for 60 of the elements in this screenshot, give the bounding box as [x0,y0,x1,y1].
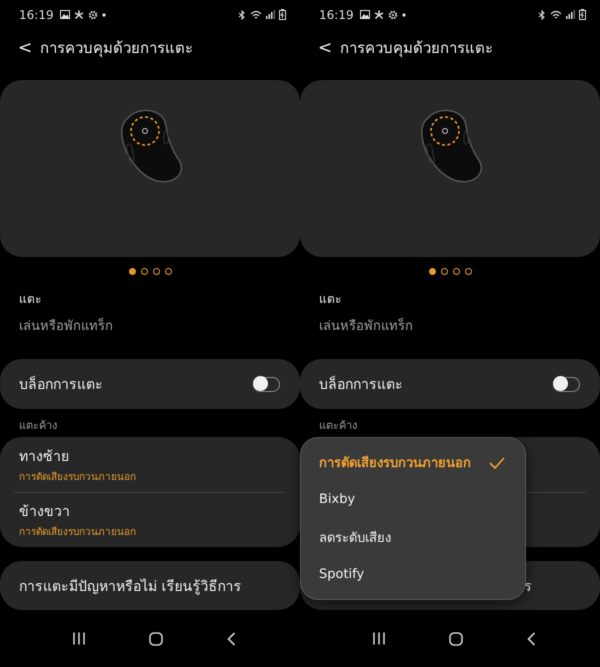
list-item[interactable]: ทางซ้าย การตัดเสียงรบกวนภายนอก [0,437,300,492]
signal-icon [266,10,275,20]
page-dot[interactable] [152,268,160,276]
item-title: ข้างขวา [19,503,70,522]
settings-icon [388,10,398,20]
page-dot[interactable] [452,268,460,276]
image-icon [60,10,70,20]
toggle-switch[interactable] [553,376,580,392]
page-dot[interactable] [164,268,172,276]
tap-action: เล่นหรือพักแทร็ก [19,316,113,336]
back-icon[interactable] [227,632,236,646]
page-dot[interactable] [428,268,436,276]
item-title: ทางซ้าย [19,448,69,468]
item-value: การตัดเสียงรบกวนภายนอก [19,526,136,540]
page-title: การควบคุมด้วยการแตะ [340,38,493,60]
check-icon [489,456,505,469]
wifi-icon [550,10,562,20]
image-icon [360,10,370,20]
page-dot[interactable] [464,268,472,276]
item-value: การตัดเสียงรบกวนภายนอก [19,470,136,484]
home-icon[interactable] [149,632,164,646]
section-label: แตะค้าง [318,418,358,434]
help-card[interactable]: การแตะมีปัญหาหรือไม่ เรียนรู้วิธีการ [0,561,300,610]
home-icon[interactable] [449,632,464,646]
back-icon[interactable] [527,632,536,646]
recent-apps-icon[interactable] [372,632,386,646]
battery-icon [279,9,286,20]
back-button[interactable]: < [0,38,40,58]
battery-icon [579,9,586,20]
page-dot[interactable] [128,268,136,276]
recent-apps-icon[interactable] [72,632,86,646]
page-title: การควบคุมด้วยการแตะ [40,38,193,60]
tap-action: เล่นหรือพักแทร็ก [319,316,413,336]
menu-item[interactable]: Bixby [301,481,525,518]
toggle-switch[interactable] [253,376,280,392]
list-item[interactable]: ข้างขวา การตัดเสียงรบกวนภายนอก [0,492,300,548]
menu-item[interactable]: ลดระดับเสียง [301,518,525,556]
menu-item[interactable]: การตัดเสียงรบกวนภายนอก [301,444,525,482]
back-button[interactable]: < [300,38,340,58]
section-label: แตะค้าง [18,418,58,434]
page-dot[interactable] [440,268,448,276]
block-touch-label: บล็อกการแตะ [19,374,103,396]
dot-icon [102,12,106,17]
help-text: การแตะมีปัญหาหรือไม่ เรียนรู้วิธีการ [19,578,242,597]
page-dot[interactable] [140,268,148,276]
bluetooth-icon [238,10,246,20]
settings-icon [88,10,98,20]
block-touch-card[interactable]: บล็อกการแตะ [0,359,300,410]
menu-item[interactable]: Spotify [301,556,525,593]
block-touch-label: บล็อกการแตะ [319,374,403,396]
dot-icon [402,12,406,17]
signal-icon [566,10,575,20]
help-text: ร [524,578,532,597]
wifi-icon [250,10,262,20]
status-time: 16:19 [19,8,54,22]
tap-label: แตะ [19,290,41,308]
tap-label: แตะ [319,290,341,308]
block-touch-card[interactable]: บล็อกการแตะ [300,359,600,410]
status-time: 16:19 [319,8,354,22]
bluetooth-icon [538,10,546,20]
